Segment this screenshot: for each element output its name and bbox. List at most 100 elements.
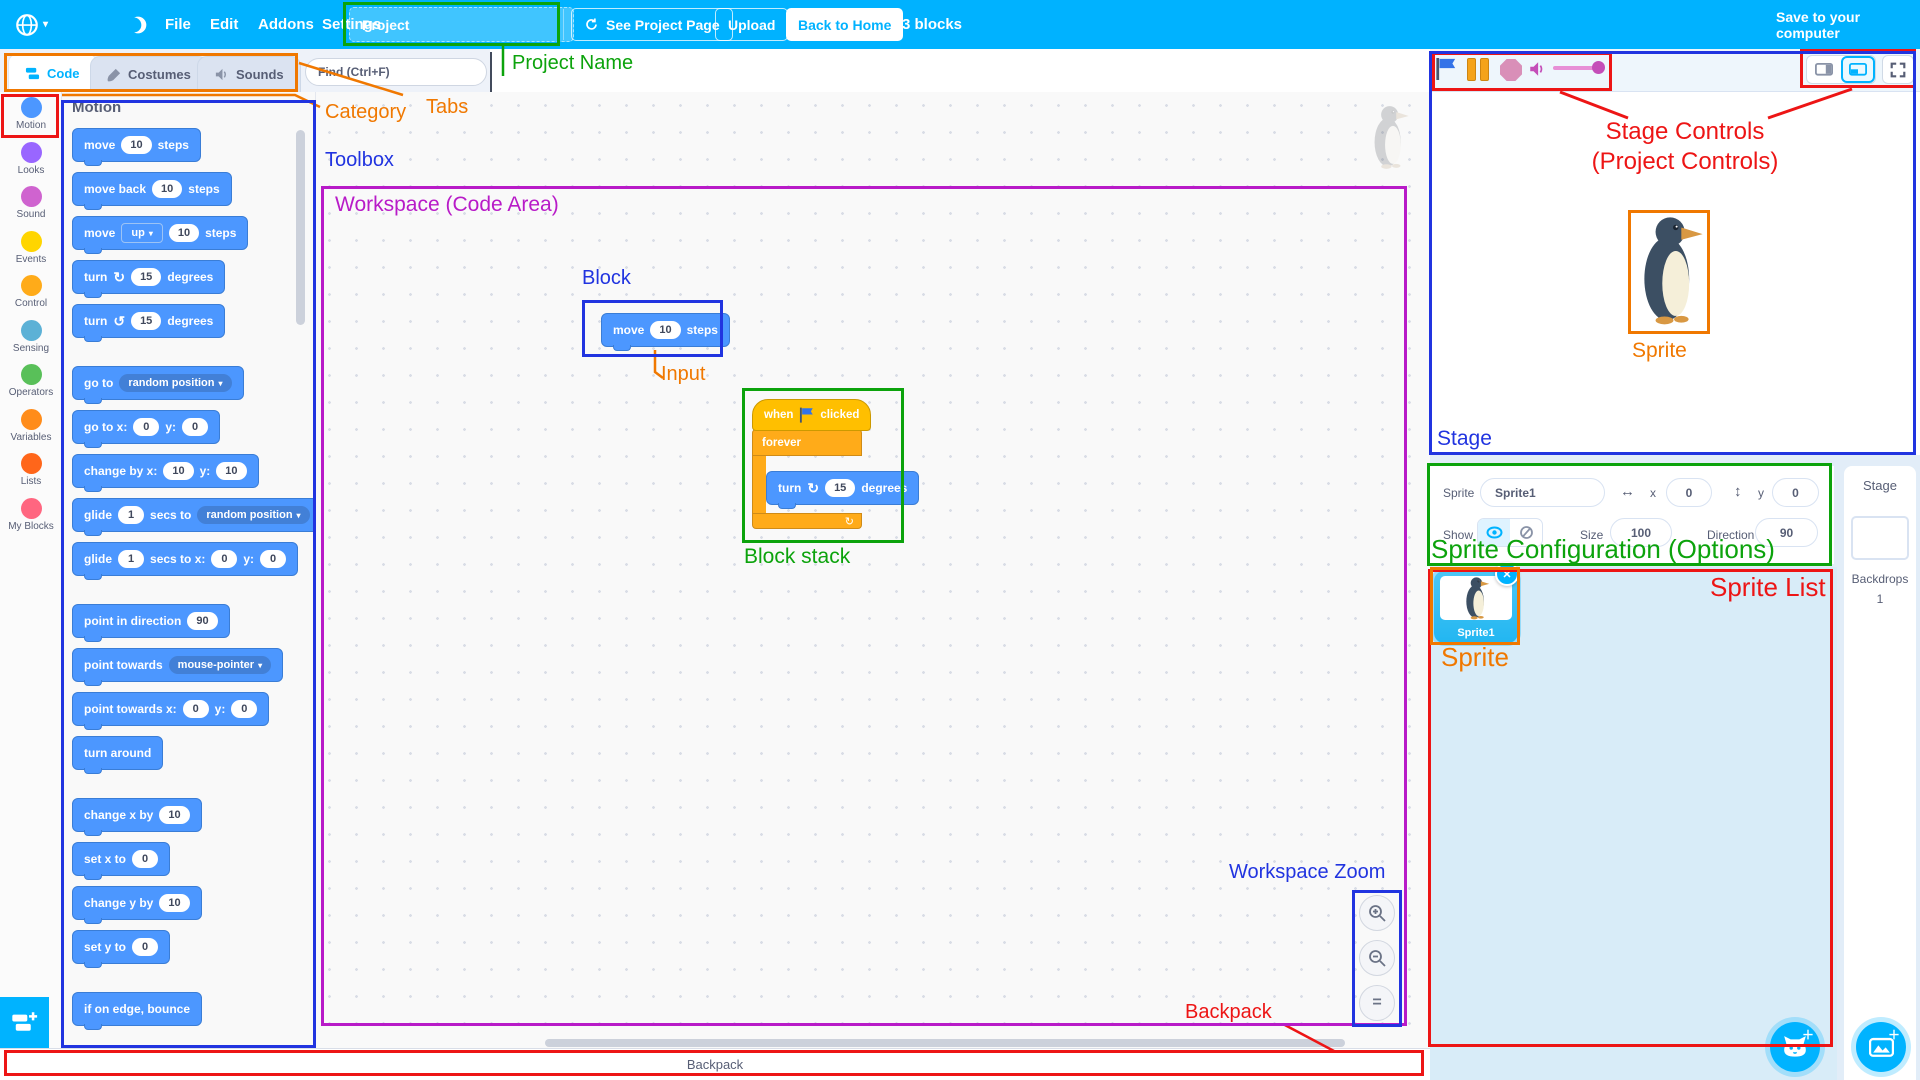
sprite-size-input[interactable]: [1610, 518, 1672, 547]
scratch-block[interactable]: change y by10: [72, 886, 202, 920]
block-number-input[interactable]: 0: [231, 700, 257, 718]
block-number-input[interactable]: 10: [159, 894, 189, 912]
scratch-block[interactable]: moveup▾10steps: [72, 216, 248, 250]
fullscreen-button[interactable]: [1882, 55, 1914, 84]
block-number-input[interactable]: 15: [131, 268, 161, 286]
delete-sprite-button[interactable]: ✕: [1495, 562, 1519, 586]
category-sound[interactable]: Sound: [0, 181, 62, 226]
sprite-name-input[interactable]: [1480, 478, 1605, 507]
project-name-input[interactable]: [349, 7, 574, 42]
block-number-input[interactable]: 10: [650, 321, 680, 339]
volume-icon[interactable]: [1528, 60, 1546, 78]
scratch-block[interactable]: turn↻15degrees: [72, 260, 225, 294]
block-number-input[interactable]: 10: [152, 180, 182, 198]
zoom-reset-button[interactable]: =: [1359, 985, 1395, 1021]
add-extension-button[interactable]: [0, 997, 49, 1048]
upload-button[interactable]: Upload: [715, 8, 788, 41]
pause-button[interactable]: [1467, 58, 1489, 81]
toolbox-scrollbar[interactable]: [296, 130, 305, 325]
see-project-page-button[interactable]: See Project Page: [571, 8, 733, 41]
sprite-x-input[interactable]: [1666, 478, 1712, 507]
block-number-input[interactable]: 0: [183, 700, 209, 718]
green-flag-button[interactable]: [1435, 56, 1457, 82]
block-number-input[interactable]: 0: [132, 938, 158, 956]
scratch-block[interactable]: turn↺15degrees: [72, 304, 225, 338]
category-sensing[interactable]: Sensing: [0, 315, 62, 360]
menu-file[interactable]: File: [165, 0, 191, 49]
penguin-sprite[interactable]: [1632, 214, 1706, 326]
menu-addons[interactable]: Addons: [258, 0, 314, 49]
when-flag-clicked-block[interactable]: when clicked: [752, 399, 871, 431]
scratch-block[interactable]: change by x:10y:10: [72, 454, 259, 488]
hide-sprite-button[interactable]: [1510, 519, 1542, 546]
scratch-block[interactable]: glide1secs torandom position▾: [72, 498, 322, 532]
scratch-block[interactable]: set x to0: [72, 842, 170, 876]
scratch-block[interactable]: go to x:0y:0: [72, 410, 220, 444]
block-number-input[interactable]: 90: [187, 612, 217, 630]
block-number-input[interactable]: 0: [260, 550, 286, 568]
scratch-block[interactable]: go torandom position▾: [72, 366, 244, 400]
save-to-computer-button[interactable]: Save to your computer: [1776, 0, 1920, 49]
scratch-block[interactable]: move10steps: [601, 313, 730, 347]
scratch-block[interactable]: if on edge, bounce: [72, 992, 202, 1026]
backdrop-thumbnail[interactable]: [1851, 516, 1909, 560]
scratch-block[interactable]: move10steps: [72, 128, 201, 162]
block-number-input[interactable]: 0: [211, 550, 237, 568]
backpack-bar[interactable]: Backpack: [0, 1048, 1430, 1080]
block-number-input[interactable]: 0: [133, 418, 159, 436]
block-dropdown[interactable]: random position▾: [197, 506, 309, 524]
block-number-input[interactable]: 10: [163, 462, 193, 480]
scratch-block[interactable]: turn↻15degrees: [766, 471, 919, 505]
block-number-input[interactable]: 10: [121, 136, 151, 154]
block-number-input[interactable]: 0: [132, 850, 158, 868]
scratch-block[interactable]: point towards x:0y:0: [72, 692, 269, 726]
sprite-direction-input[interactable]: [1755, 518, 1818, 547]
code-workspace[interactable]: [316, 92, 1430, 1048]
menu-edit[interactable]: Edit: [210, 0, 238, 49]
add-sprite-button[interactable]: ＋: [1770, 1022, 1820, 1072]
block-number-input[interactable]: 0: [182, 418, 208, 436]
block-number-input[interactable]: 15: [131, 312, 161, 330]
scratch-block[interactable]: move back10steps: [72, 172, 232, 206]
add-backdrop-button[interactable]: ＋: [1856, 1022, 1906, 1072]
scratch-block[interactable]: set y to0: [72, 930, 170, 964]
tab-sounds[interactable]: Sounds: [197, 56, 301, 92]
tab-code[interactable]: Code: [8, 53, 97, 92]
category-lists[interactable]: Lists: [0, 448, 62, 493]
backdrops-panel[interactable]: Stage Backdrops 1: [1844, 466, 1916, 1080]
block-number-input[interactable]: 1: [118, 550, 144, 568]
show-sprite-button[interactable]: [1478, 519, 1510, 546]
scratch-block[interactable]: change x by10: [72, 798, 202, 832]
back-to-home-button[interactable]: Back to Home: [786, 8, 903, 41]
scratch-block[interactable]: turn around: [72, 736, 163, 770]
block-number-input[interactable]: 15: [825, 479, 855, 497]
zoom-in-button[interactable]: [1359, 895, 1395, 931]
sprite-y-input[interactable]: [1772, 478, 1819, 507]
block-number-input[interactable]: 1: [118, 506, 144, 524]
category-variables[interactable]: Variables: [0, 404, 62, 449]
block-number-input[interactable]: 10: [159, 806, 189, 824]
scratch-block[interactable]: point towardsmouse-pointer▾: [72, 648, 283, 682]
category-control[interactable]: Control: [0, 270, 62, 315]
block-number-input[interactable]: 10: [169, 224, 199, 242]
category-operators[interactable]: Operators: [0, 359, 62, 404]
category-my-blocks[interactable]: My Blocks: [0, 493, 62, 538]
find-input[interactable]: [305, 58, 487, 86]
scratch-block[interactable]: glide1secs to x:0y:0: [72, 542, 298, 576]
block-number-input[interactable]: 10: [216, 462, 246, 480]
dark-mode-toggle[interactable]: [128, 0, 148, 49]
workspace-horizontal-scrollbar[interactable]: [545, 1039, 1345, 1047]
small-stage-button[interactable]: [1807, 56, 1841, 83]
zoom-out-button[interactable]: [1359, 940, 1395, 976]
large-stage-button[interactable]: [1841, 56, 1875, 83]
category-events[interactable]: Events: [0, 226, 62, 271]
volume-slider-knob[interactable]: [1592, 61, 1605, 74]
block-dropdown[interactable]: mouse-pointer▾: [169, 656, 271, 674]
forever-block[interactable]: forever: [752, 429, 862, 456]
category-looks[interactable]: Looks: [0, 137, 62, 182]
block-dropdown[interactable]: random position▾: [119, 374, 231, 392]
block-dropdown[interactable]: up▾: [121, 223, 162, 243]
scratch-block[interactable]: point in direction90: [72, 604, 230, 638]
tab-costumes[interactable]: Costumes: [90, 56, 208, 92]
stop-button[interactable]: [1500, 59, 1522, 81]
